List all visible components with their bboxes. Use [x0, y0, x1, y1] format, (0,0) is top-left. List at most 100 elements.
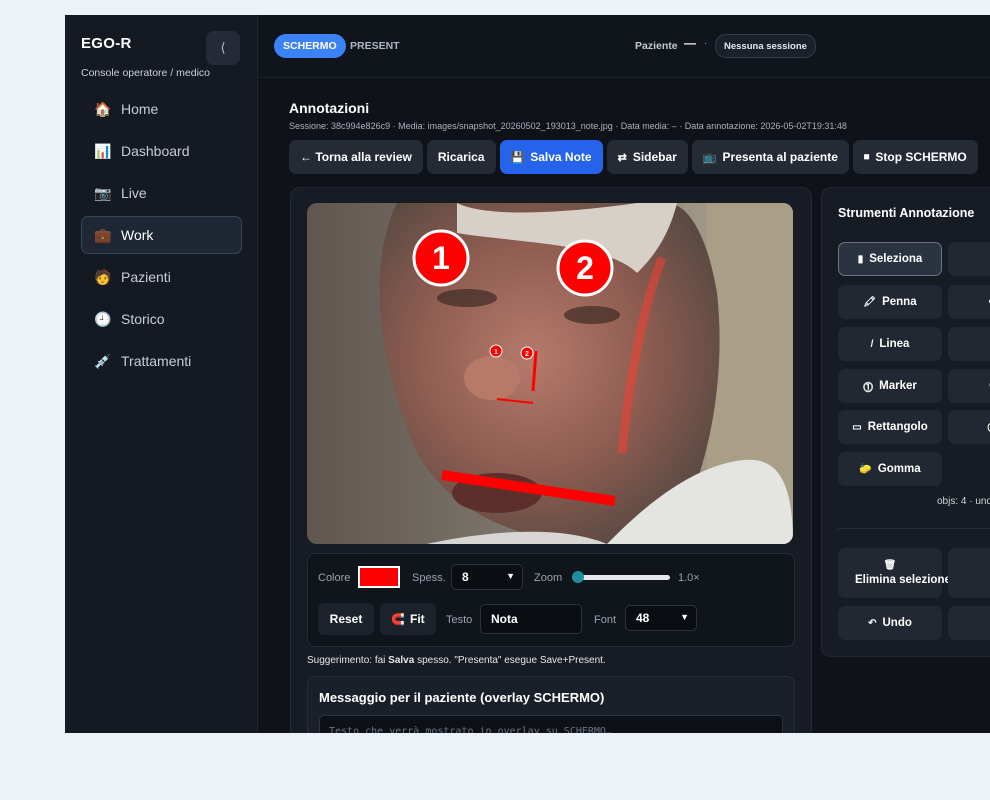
marker-small-2-label: 2 — [525, 351, 529, 358]
reset-button[interactable]: Reset — [318, 603, 374, 635]
separator-dot: · — [704, 38, 708, 49]
objects-count: objs: 4 · undo — [937, 496, 990, 507]
chart-icon: 📊 — [94, 142, 112, 159]
back-label: ← Torna alla review — [300, 150, 412, 164]
tool-rectangle-button[interactable]: ▭ Rettangolo — [838, 410, 942, 444]
save-notes-button[interactable]: 💾 Salva Note — [499, 140, 603, 174]
annotation-marker-small-1[interactable]: 1 — [489, 344, 503, 358]
annotation-marker-small-2[interactable]: 2 — [520, 346, 534, 360]
marker-2-label: 2 — [576, 250, 594, 286]
annotation-marker-2[interactable]: 2 — [556, 239, 614, 297]
reload-button[interactable]: Ricarica — [426, 140, 496, 174]
delete-selection-button[interactable]: 🗑 Elimina selezione — [838, 548, 951, 598]
thickness-select[interactable]: 8 ▼ — [451, 564, 523, 590]
tool-e-button[interactable]: ✏E — [948, 285, 990, 319]
undo-label: Undo — [882, 617, 912, 629]
reload-label: Ricarica — [437, 150, 485, 164]
color-label: Colore — [318, 572, 351, 584]
briefcase-icon: 💼 — [94, 226, 112, 243]
home-icon: 🏠 — [94, 100, 112, 117]
annotation-tools-panel: Strumenti Annotazione ▮ Seleziona ✋ 🖍 Penn… — [821, 187, 990, 657]
reset-label: Reset — [329, 612, 363, 626]
annotation-text-input[interactable]: Nota — [480, 604, 582, 634]
page-meta: Sessione: 38c994e826c9 · Media: images/s… — [289, 121, 847, 131]
trash-icon: 🗑 — [883, 560, 897, 571]
zoom-label: Zoom — [534, 572, 563, 584]
sidebar-item-work[interactable]: 💼 Work — [81, 216, 242, 254]
annotation-canvas[interactable]: 1 2 1 2 — [307, 203, 793, 544]
tool-select-button[interactable]: ▮ Seleziona — [838, 242, 942, 276]
tool-text-button[interactable]: TT — [948, 327, 990, 361]
swap-icon: ⇄ — [617, 151, 627, 164]
sidebar-item-label: Home — [121, 101, 159, 117]
tool-pen-button[interactable]: 🖍 Penna — [838, 285, 942, 319]
stop-icon: ⏹ — [863, 150, 870, 163]
camera-icon: 📷 — [94, 184, 112, 201]
tool-line-label: Linea — [879, 338, 910, 350]
present-to-patient-button[interactable]: 📺 Presenta al paziente — [691, 140, 849, 174]
annotation-marker-1[interactable]: 1 — [412, 229, 470, 287]
tools-divider — [838, 528, 990, 529]
sidebar-item-label: Work — [121, 227, 154, 243]
back-to-review-button[interactable]: ← Torna alla review — [289, 140, 423, 174]
hint-text: Suggerimento: fai Salva spesso. "Present… — [307, 655, 606, 666]
cursor-icon: ▮ — [857, 253, 864, 265]
sidebar-toggle-button[interactable]: ⇄ Sidebar — [606, 140, 688, 174]
hint-suffix: spesso. "Presenta" esegue Save+Present. — [414, 655, 606, 666]
tool-hand-button[interactable]: ✋ — [948, 242, 990, 276]
stop-label: Stop SCHERMO — [875, 150, 967, 164]
annotated-photo[interactable]: 1 2 1 2 — [307, 203, 793, 544]
sidebar-item-storico[interactable]: 🕘 Storico — [81, 300, 242, 338]
sidebar-item-pazienti[interactable]: 🧑 Pazienti — [81, 258, 242, 296]
floppy-icon: 💾 — [510, 151, 525, 164]
tool-line-button[interactable]: / Linea — [838, 327, 942, 361]
undo-button[interactable]: ↶ Undo — [838, 606, 942, 640]
zoom-slider-thumb[interactable] — [572, 571, 584, 583]
zoom-slider[interactable] — [578, 575, 670, 580]
sidebar-label: Sidebar — [632, 150, 677, 164]
patient-message-title: Messaggio per il paziente (overlay SCHER… — [319, 690, 605, 705]
font-label: Font — [594, 614, 617, 626]
annotation-panel: 1 2 1 2 Colore Spess. 8 ▼ Zoom 1.0× Rese… — [290, 187, 812, 733]
mode-schermo-pill[interactable]: SCHERMO — [274, 34, 346, 58]
text-label: Testo — [446, 614, 473, 626]
tool-bubble-button[interactable]: 💬( — [948, 369, 990, 403]
marker-1-label: 1 — [432, 240, 450, 276]
sidebar-item-dashboard[interactable]: 📊 Dashboard — [81, 132, 242, 170]
mode-present-pill[interactable]: PRESENT — [350, 40, 400, 52]
photo-nose — [464, 356, 520, 400]
brand-title: EGO-R — [81, 35, 132, 52]
sidebar-collapse-button[interactable]: ⟨ — [206, 31, 240, 65]
hint-bold: Salva — [388, 655, 415, 666]
patient-value: — — [684, 36, 696, 50]
tool-circle-button[interactable]: ◯C — [948, 410, 990, 444]
magnet-icon: 🧲 — [391, 613, 406, 626]
sidebar-item-trattamenti[interactable]: 💉 Trattamenti — [81, 342, 242, 380]
fit-button[interactable]: 🧲 Fit — [380, 603, 436, 635]
brand-subtitle: Console operatore / medico — [81, 67, 210, 79]
font-size-select[interactable]: 48 ▼ — [625, 605, 697, 631]
color-picker[interactable] — [358, 566, 400, 588]
clock-icon: 🕘 — [94, 310, 112, 327]
thickness-value: 8 — [462, 570, 469, 584]
sidebar-item-home[interactable]: 🏠 Home — [81, 90, 242, 128]
marker-icon: ⓵ — [863, 382, 874, 394]
session-badge[interactable]: Nessuna sessione — [715, 34, 816, 58]
font-size-value: 48 — [636, 611, 650, 625]
tool-marker-button[interactable]: ⓵ Marker — [838, 369, 942, 403]
sidebar-item-label: Live — [121, 185, 147, 201]
eraser-icon: 🧽 — [859, 463, 872, 475]
marker-small-1-label: 1 — [494, 349, 498, 356]
stop-schermo-button[interactable]: ⏹ Stop SCHERMO — [852, 140, 978, 174]
tool-eraser-button[interactable]: 🧽 Gomma — [838, 452, 942, 486]
redo-button[interactable]: ↷ — [948, 606, 990, 640]
sidebar-item-live[interactable]: 📷 Live — [81, 174, 242, 212]
undo-icon: ↶ — [868, 617, 877, 629]
crayon-icon: 🖍 — [863, 296, 877, 308]
clear-button[interactable]: 🧹 — [948, 548, 990, 598]
chevron-down-icon: ▼ — [680, 612, 689, 622]
line-icon: / — [870, 338, 874, 350]
annotation-text-value: Nota — [491, 612, 518, 626]
patient-message-input[interactable]: Testo che verrà mostrato in overlay su S… — [319, 715, 783, 733]
syringe-icon: 💉 — [94, 352, 112, 369]
